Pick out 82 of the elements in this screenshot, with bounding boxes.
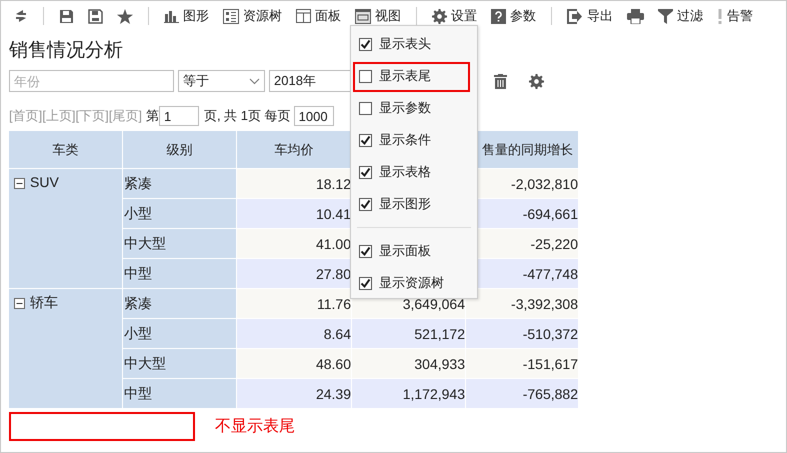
report-title: 销售情况分析: [9, 39, 123, 63]
menu-item[interactable]: 显示表头: [379, 35, 431, 53]
refresh-icon[interactable]: [14, 9, 28, 23]
checkbox[interactable]: [359, 276, 372, 290]
pager-label: 页, 共 1页 每页: [204, 107, 291, 125]
checkbox[interactable]: [359, 134, 372, 146]
checkbox[interactable]: [359, 244, 372, 258]
table-cell: 8.64: [324, 326, 351, 342]
menu-item[interactable]: 显示参数: [379, 99, 431, 117]
table-cell: 521,172: [414, 326, 465, 342]
level-cell: 紧凑: [124, 294, 152, 312]
table-cell: -477,748: [522, 266, 578, 282]
table-cell: 48.60: [316, 356, 351, 372]
view-window-icon: [355, 8, 371, 24]
column-header: 级别: [166, 140, 192, 158]
filter-icon: [658, 8, 673, 24]
level-cell: 中型: [124, 384, 152, 402]
level-cell: 紧凑: [124, 174, 152, 192]
checkbox[interactable]: [359, 38, 372, 50]
trash-icon[interactable]: [494, 74, 507, 88]
column-header: 车均价: [274, 140, 314, 158]
table-cell: 41.00: [316, 236, 351, 252]
checkbox[interactable]: [359, 166, 372, 178]
table-cell: -25,220: [530, 236, 578, 252]
annotation-text: 不显示表尾: [215, 416, 295, 437]
table-cell: 11.76: [317, 296, 351, 312]
table-cell: 18.12: [316, 176, 351, 192]
level-cell: 中大型: [124, 234, 166, 252]
toolbar-button[interactable]: 资源树: [216, 5, 289, 27]
menu-item[interactable]: 显示条件: [379, 131, 431, 149]
save-as-icon[interactable]: [88, 8, 103, 24]
table-cell: 24.39: [316, 386, 351, 402]
chevron-down-icon: [249, 78, 260, 84]
star-icon[interactable]: [117, 8, 133, 24]
settings-icon[interactable]: [529, 74, 544, 88]
alert-icon: [717, 8, 723, 24]
tree-list-icon: [223, 8, 239, 24]
checkbox[interactable]: [359, 102, 372, 114]
category-cell: SUV: [30, 174, 59, 190]
table-cell: 10.41: [316, 206, 351, 222]
table-cell: -151,617: [522, 356, 578, 372]
page-number-input[interactable]: 1: [158, 106, 199, 126]
level-cell: 中型: [124, 264, 152, 282]
export-icon: [567, 8, 583, 24]
table-cell: 27.80: [316, 266, 351, 282]
table-cell: 1,172,943: [402, 386, 465, 402]
printer-icon[interactable]: [627, 8, 644, 24]
toolbar-button[interactable]: 图形: [157, 5, 216, 27]
table-cell: 3,649,064: [402, 296, 465, 312]
column-header: 车类: [52, 140, 78, 158]
menu-item[interactable]: 显示表格: [379, 163, 431, 181]
menu-item[interactable]: 显示面板: [379, 242, 431, 260]
page-size-input[interactable]: 1000: [294, 106, 334, 126]
save-icon[interactable]: [59, 8, 74, 24]
menu-item[interactable]: 显示图形: [379, 195, 431, 213]
level-cell: 小型: [124, 204, 152, 222]
table-cell: -2,032,810: [511, 176, 578, 192]
field-name-input[interactable]: 年份: [9, 70, 174, 92]
collapse-icon[interactable]: [14, 298, 25, 309]
pager-label: 第: [146, 107, 159, 125]
table-cell: 304,933: [414, 356, 465, 372]
table-cell: -694,661: [522, 206, 578, 222]
help-icon: [491, 8, 506, 24]
bar-chart-icon: [164, 9, 179, 23]
level-cell: 小型: [124, 324, 152, 342]
panel-icon: [296, 9, 311, 23]
checkbox[interactable]: [359, 198, 372, 210]
toolbar-button[interactable]: 面板: [289, 5, 348, 27]
table-cell: -3,392,308: [511, 296, 578, 312]
table-cell: -510,372: [522, 326, 578, 342]
toolbar-button[interactable]: 导出: [560, 5, 620, 27]
operator-dropdown[interactable]: 等于: [178, 70, 265, 92]
category-cell: 轿车: [30, 294, 58, 312]
column-header: 售量的同期增长: [482, 140, 573, 158]
toolbar-button[interactable]: 过滤: [651, 5, 710, 27]
collapse-icon[interactable]: [14, 178, 25, 189]
toolbar-button[interactable]: 告警: [710, 5, 760, 27]
table-cell: -765,882: [522, 386, 578, 402]
checkbox[interactable]: [359, 70, 372, 82]
toolbar-button[interactable]: 参数: [484, 5, 543, 27]
level-cell: 中大型: [124, 354, 166, 372]
menu-item[interactable]: 显示资源树: [379, 274, 444, 292]
